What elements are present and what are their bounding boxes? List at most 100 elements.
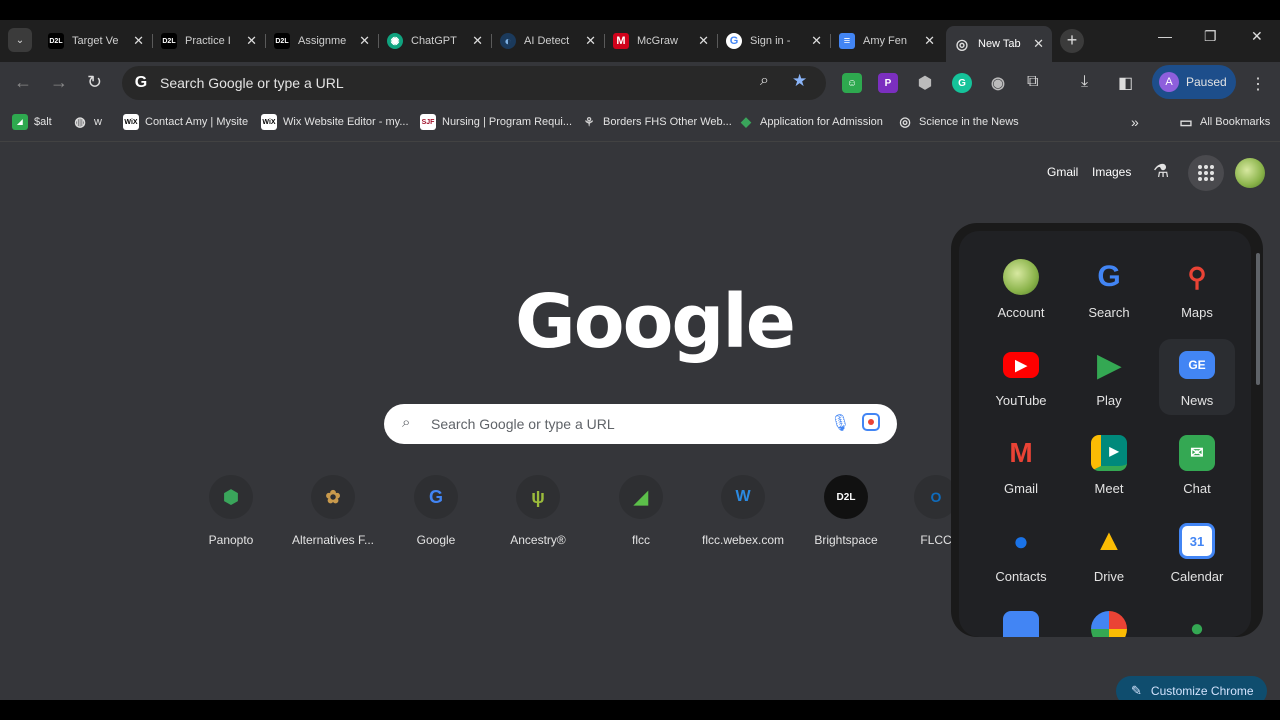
- reload-icon[interactable]: ↻: [87, 72, 102, 93]
- restore-icon[interactable]: ❐: [1204, 28, 1217, 45]
- bookmark-nursing[interactable]: SJF Nursing | Program Requi...: [420, 114, 572, 130]
- app-label: Chat: [1183, 481, 1211, 496]
- app-chat[interactable]: ✉ Chat: [1159, 427, 1235, 503]
- tab-mcgraw[interactable]: M McGraw ✕: [605, 26, 718, 56]
- shortcut-alternatives[interactable]: ✿ Alternatives F...: [281, 475, 385, 547]
- chrome-icon: ◎: [955, 35, 969, 52]
- extension-cube-icon[interactable]: ⬢: [915, 73, 935, 93]
- bookmark-star-icon[interactable]: ★: [792, 71, 807, 91]
- bookmark-wix-editor[interactable]: WiX Wix Website Editor - my...: [261, 114, 409, 130]
- google-lens-icon[interactable]: [862, 413, 880, 431]
- download-icon[interactable]: ⤓: [1081, 73, 1088, 91]
- app-search[interactable]: G Search: [1071, 251, 1147, 327]
- back-icon[interactable]: ←: [14, 72, 32, 93]
- tab-search-button[interactable]: ⌄: [8, 28, 32, 52]
- bookmark-label: Wix Website Editor - my...: [283, 116, 409, 128]
- tab-new-tab[interactable]: ◎ New Tab ✕: [946, 26, 1052, 62]
- tab-ai-detect[interactable]: ◐ AI Detect ✕: [492, 26, 605, 56]
- app-label: Calendar: [1170, 569, 1224, 584]
- profile-button[interactable]: A Paused: [1152, 65, 1236, 99]
- bookmark-w[interactable]: ◍ w: [72, 114, 102, 130]
- ai-detect-icon: ◐: [500, 33, 516, 49]
- app-youtube[interactable]: ▶ YouTube: [983, 339, 1059, 415]
- play-store-icon: ▶: [1097, 348, 1121, 382]
- all-bookmarks[interactable]: ▭ All Bookmarks: [1178, 114, 1270, 130]
- photos-icon: [1091, 611, 1127, 637]
- extensions-puzzle-icon[interactable]: ⧉: [1027, 73, 1038, 91]
- webex-icon: W: [721, 475, 765, 519]
- google-apps-button[interactable]: [1188, 155, 1224, 191]
- close-icon[interactable]: ✕: [811, 33, 822, 49]
- app-contacts[interactable]: ● Contacts: [983, 515, 1059, 591]
- close-icon[interactable]: ✕: [585, 33, 596, 49]
- calendar-icon: 31: [1179, 523, 1215, 559]
- tab-practice[interactable]: D2L Practice I ✕: [153, 26, 266, 56]
- app-translate[interactable]: [983, 603, 1059, 637]
- shortcut-flcc[interactable]: ◢ flcc: [589, 475, 693, 547]
- bookmark-label: Contact Amy | Mysite: [145, 116, 249, 128]
- d2l-icon: D2L: [824, 475, 868, 519]
- app-play[interactable]: ▶ Play: [1071, 339, 1147, 415]
- search-box[interactable]: ⌕ Search Google or type a URL 🎙: [384, 404, 897, 444]
- microphone-icon[interactable]: 🎙: [830, 413, 850, 433]
- extension-p-icon[interactable]: P: [878, 73, 898, 93]
- minimize-icon[interactable]: —: [1158, 28, 1172, 44]
- close-icon[interactable]: ✕: [1033, 36, 1044, 52]
- close-icon[interactable]: ✕: [359, 33, 370, 49]
- shortcut-google[interactable]: G Google: [384, 475, 488, 547]
- side-panel-icon[interactable]: ◧: [1118, 73, 1133, 93]
- shortcut-brightspace[interactable]: D2L Brightspace: [794, 475, 898, 547]
- new-tab-button[interactable]: +: [1060, 29, 1084, 53]
- account-avatar[interactable]: [1235, 158, 1265, 188]
- tab-chatgpt[interactable]: ✺ ChatGPT ✕: [379, 26, 492, 56]
- tab-amy-fen[interactable]: ≡ Amy Fen ✕: [831, 26, 943, 56]
- tab-target[interactable]: D2L Target Ve ✕: [40, 26, 153, 56]
- tab-title: Target Ve: [72, 35, 119, 47]
- close-window-icon[interactable]: ✕: [1251, 28, 1263, 45]
- shortcut-ancestry[interactable]: ψ Ancestry®: [486, 475, 590, 547]
- app-label: Contacts: [995, 569, 1047, 584]
- shortcut-label: flcc.webex.com: [701, 533, 785, 547]
- app-calendar[interactable]: 31 Calendar: [1159, 515, 1235, 591]
- gmail-link[interactable]: Gmail: [1047, 165, 1078, 179]
- labs-flask-icon[interactable]: ⚗: [1153, 161, 1169, 182]
- close-icon[interactable]: ✕: [472, 33, 483, 49]
- close-icon[interactable]: ✕: [246, 33, 257, 49]
- app-drive[interactable]: ▲ Drive: [1071, 515, 1147, 591]
- customize-chrome-button[interactable]: ✎ Customize Chrome: [1116, 676, 1267, 700]
- extension-shield-icon[interactable]: ◉: [988, 73, 1008, 93]
- close-icon[interactable]: ✕: [698, 33, 709, 49]
- forward-icon[interactable]: →: [50, 72, 68, 93]
- shortcut-panopto[interactable]: ⬢ Panopto: [179, 475, 283, 547]
- grammarly-icon[interactable]: G: [952, 73, 972, 93]
- menu-icon[interactable]: ⋮: [1250, 74, 1266, 94]
- bookmark-contact-amy[interactable]: WiX Contact Amy | Mysite: [123, 114, 248, 130]
- omnibox[interactable]: G Search Google or type a URL ⌕ ★: [122, 66, 826, 100]
- shortcut-label: Brightspace: [814, 533, 878, 547]
- plus-icon: +: [1066, 30, 1078, 50]
- shortcut-webex[interactable]: W flcc.webex.com: [691, 475, 795, 547]
- classroom-icon: ●: [1189, 615, 1205, 637]
- extension-grammar-icon[interactable]: ☺: [842, 73, 862, 93]
- app-meet[interactable]: ▶ Meet: [1071, 427, 1147, 503]
- flcc-icon: ◢: [619, 475, 663, 519]
- close-icon[interactable]: ✕: [924, 33, 935, 49]
- app-news[interactable]: GE News: [1159, 339, 1235, 415]
- search-icon[interactable]: ⌕: [760, 72, 769, 90]
- app-account[interactable]: Account: [983, 251, 1059, 327]
- app-classroom[interactable]: ●: [1159, 603, 1235, 637]
- bookmark-salt[interactable]: ◢ $alt: [12, 114, 52, 130]
- images-link[interactable]: Images: [1092, 165, 1131, 179]
- tab-sign-in[interactable]: G Sign in - ✕: [718, 26, 831, 56]
- bookmark-borders[interactable]: ⚘ Borders FHS Other Web...: [581, 114, 732, 130]
- app-photos[interactable]: [1071, 603, 1147, 637]
- bookmark-application[interactable]: ◆ Application for Admission: [738, 114, 883, 130]
- tab-assignment[interactable]: D2L Assignme ✕: [266, 26, 379, 56]
- close-icon[interactable]: ✕: [133, 33, 144, 49]
- customize-chrome-label: Customize Chrome: [1150, 684, 1254, 698]
- chevron-right-icon[interactable]: »: [1131, 114, 1139, 130]
- app-maps[interactable]: ⚲ Maps: [1159, 251, 1235, 327]
- bookmark-science-news[interactable]: ◎ Science in the News: [897, 114, 1018, 130]
- app-gmail[interactable]: M Gmail: [983, 427, 1059, 503]
- apps-panel-scrollbar[interactable]: [1256, 253, 1260, 385]
